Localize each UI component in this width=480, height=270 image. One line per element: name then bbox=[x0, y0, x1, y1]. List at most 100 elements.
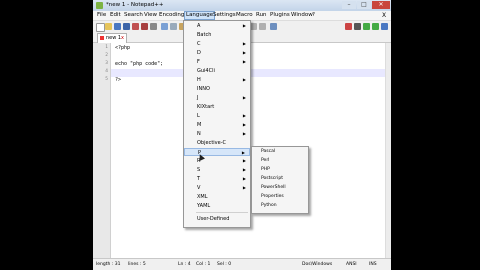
language-p-submenu: Pascal Perl PHP Postscript PowerShell Pr… bbox=[251, 146, 309, 214]
language-item-gui4cli[interactable]: Gui4Cli bbox=[184, 67, 250, 75]
line-number: 3 bbox=[105, 61, 108, 66]
submenu-item-php[interactable]: PHP bbox=[261, 166, 270, 174]
code-line: echo "php code"; bbox=[115, 61, 164, 67]
copy-icon[interactable] bbox=[170, 23, 177, 30]
submenu-item-powershell[interactable]: PowerShell bbox=[261, 184, 286, 192]
language-item-r[interactable]: R ▶ bbox=[184, 157, 250, 165]
submenu-arrow-icon: ▶ bbox=[242, 185, 246, 190]
status-encoding: ANSI bbox=[346, 262, 357, 267]
code-line: <?php bbox=[115, 45, 131, 51]
language-item-n[interactable]: N ▶ bbox=[184, 130, 250, 138]
tab-label: new 1 bbox=[106, 35, 122, 41]
close-button[interactable]: ✕ bbox=[372, 1, 390, 9]
record-icon[interactable] bbox=[345, 23, 352, 30]
submenu-arrow-icon: ▶ bbox=[242, 50, 246, 55]
document-close-icon[interactable]: X bbox=[382, 12, 386, 19]
status-length: length : 31 bbox=[96, 262, 121, 267]
menu-window[interactable]: Window bbox=[291, 12, 313, 19]
close-all-icon[interactable] bbox=[141, 23, 148, 30]
unsaved-file-icon bbox=[100, 35, 104, 40]
language-item-inno[interactable]: INNO bbox=[184, 85, 250, 93]
run-macro-icon[interactable] bbox=[372, 23, 379, 30]
word-wrap-icon[interactable] bbox=[270, 23, 277, 30]
tab-close-icon[interactable]: x bbox=[121, 34, 124, 43]
submenu-item-perl[interactable]: Perl bbox=[261, 157, 269, 165]
language-item-m[interactable]: M ▶ bbox=[184, 121, 250, 129]
submenu-arrow-icon: ▶ bbox=[242, 131, 246, 136]
sync-h-icon[interactable] bbox=[259, 23, 266, 30]
print-icon[interactable] bbox=[150, 23, 157, 30]
language-item-d[interactable]: D ▶ bbox=[184, 49, 250, 57]
status-col: Col : 1 bbox=[196, 262, 211, 267]
line-number: 5 bbox=[105, 77, 108, 82]
menu-encoding[interactable]: Encoding bbox=[159, 12, 184, 19]
submenu-arrow-icon: ▶ bbox=[242, 23, 246, 28]
submenu-item-postscript[interactable]: Postscript bbox=[261, 175, 283, 183]
submenu-arrow-icon: ▶ bbox=[242, 122, 246, 127]
stop-icon[interactable] bbox=[354, 23, 361, 30]
line-number-gutter: 1 2 3 4 5 bbox=[93, 43, 111, 258]
language-item-yaml[interactable]: YAML bbox=[184, 202, 250, 210]
submenu-arrow-icon: ▶ bbox=[241, 150, 245, 155]
status-bar: length : 31 lines : 5 Ln : 4 Col : 1 Sel… bbox=[93, 258, 391, 270]
menu-plugins[interactable]: Plugins bbox=[270, 12, 290, 19]
language-item-v[interactable]: V ▶ bbox=[184, 184, 250, 192]
menu-macro[interactable]: Macro bbox=[236, 12, 253, 19]
language-item-c[interactable]: C ▶ bbox=[184, 40, 250, 48]
menu-help[interactable]: ? bbox=[312, 12, 315, 19]
save-all-icon[interactable] bbox=[123, 23, 130, 30]
menu-search[interactable]: Search bbox=[124, 12, 143, 19]
submenu-arrow-icon: ▶ bbox=[242, 95, 246, 100]
language-item-l[interactable]: L ▶ bbox=[184, 112, 250, 120]
submenu-arrow-icon: ▶ bbox=[242, 59, 246, 64]
language-item-p[interactable]: P ▶ bbox=[184, 148, 250, 156]
language-item-objective-c[interactable]: Objective-C bbox=[184, 139, 250, 147]
vertical-scrollbar[interactable] bbox=[385, 43, 391, 258]
language-item-t[interactable]: T ▶ bbox=[184, 175, 250, 183]
tab-new-1[interactable]: new 1 x bbox=[97, 33, 127, 43]
minimize-button[interactable]: – bbox=[342, 1, 356, 9]
submenu-arrow-icon: ▶ bbox=[242, 113, 246, 118]
status-eol: Dos\Windows bbox=[302, 262, 333, 267]
menu-run[interactable]: Run bbox=[256, 12, 267, 19]
language-item-f[interactable]: F ▶ bbox=[184, 58, 250, 66]
cut-icon[interactable] bbox=[161, 23, 168, 30]
menu-file[interactable]: File bbox=[97, 12, 106, 19]
new-file-icon[interactable] bbox=[96, 23, 105, 32]
title-bar[interactable]: *new 1 - Notepad++ – □ ✕ bbox=[93, 0, 391, 11]
notepad-app-icon bbox=[96, 2, 103, 9]
language-item-user-defined[interactable]: User-Defined bbox=[184, 215, 250, 223]
code-line: ?> bbox=[115, 77, 122, 83]
save-icon[interactable] bbox=[114, 23, 121, 30]
menu-edit[interactable]: Edit bbox=[110, 12, 121, 19]
submenu-arrow-icon: ▶ bbox=[242, 77, 246, 82]
submenu-item-pascal[interactable]: Pascal bbox=[261, 148, 275, 156]
menu-settings[interactable]: Settings bbox=[213, 12, 236, 19]
submenu-arrow-icon: ▶ bbox=[242, 158, 246, 163]
close-icon[interactable] bbox=[132, 23, 139, 30]
status-lines: lines : 5 bbox=[128, 262, 146, 267]
save-macro-icon[interactable] bbox=[381, 23, 388, 30]
submenu-arrow-icon: ▶ bbox=[242, 176, 246, 181]
play-icon[interactable] bbox=[363, 23, 370, 30]
open-file-icon[interactable] bbox=[105, 23, 112, 30]
window-title: *new 1 - Notepad++ bbox=[106, 2, 164, 8]
sync-v-icon[interactable] bbox=[250, 23, 257, 30]
submenu-arrow-icon: ▶ bbox=[242, 167, 246, 172]
language-item-h[interactable]: H ▶ bbox=[184, 76, 250, 84]
maximize-button[interactable]: □ bbox=[357, 1, 371, 9]
menu-separator bbox=[196, 212, 248, 213]
menu-language[interactable]: Language bbox=[184, 11, 216, 20]
submenu-item-properties[interactable]: Properties bbox=[261, 193, 284, 201]
language-item-j[interactable]: J ▶ bbox=[184, 94, 250, 102]
menu-view[interactable]: View bbox=[144, 12, 157, 19]
language-item-a[interactable]: A ▶ bbox=[184, 22, 250, 30]
language-item-kixtart[interactable]: KIXtart bbox=[184, 103, 250, 111]
language-item-batch[interactable]: Batch bbox=[184, 31, 250, 39]
submenu-arrow-icon: ▶ bbox=[242, 41, 246, 46]
submenu-item-python[interactable]: Python bbox=[261, 202, 277, 210]
language-item-xml[interactable]: XML bbox=[184, 193, 250, 201]
line-number: 1 bbox=[105, 45, 108, 50]
language-menu: A ▶ Batch C ▶ D ▶ F ▶ Gui4Cli H ▶ INNO J ▶ KIX… bbox=[183, 20, 251, 228]
language-item-s[interactable]: S ▶ bbox=[184, 166, 250, 174]
